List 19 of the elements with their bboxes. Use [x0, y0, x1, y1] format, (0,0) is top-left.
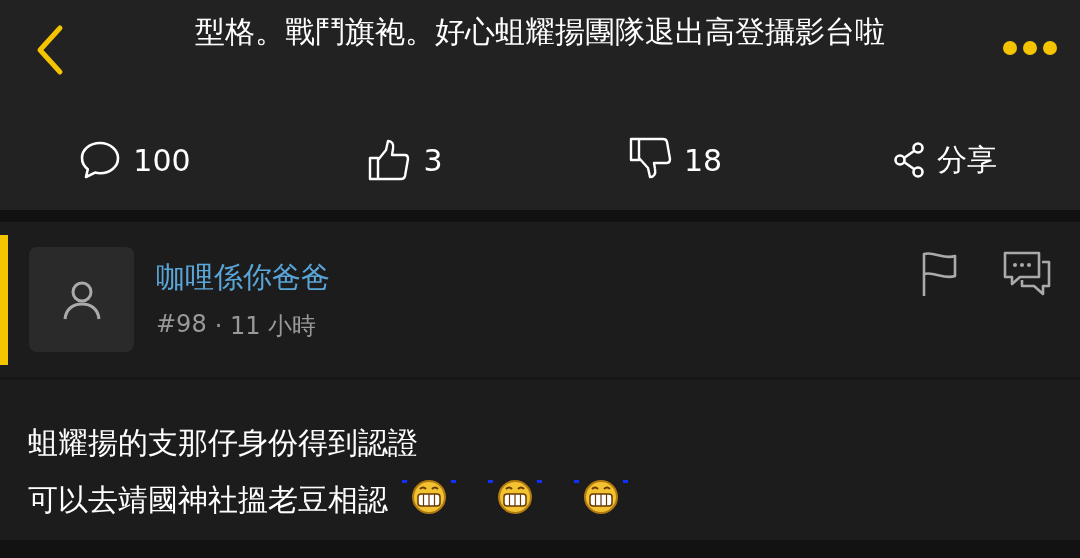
share-button[interactable]: 分享	[810, 135, 1080, 185]
post-time: · 11 小時	[214, 310, 317, 342]
back-icon	[35, 24, 65, 76]
thread-title: 型格。戰鬥旗袍。好心蛆耀揚團隊退出高登攝影台啦	[194, 13, 886, 51]
thumbs-up-icon	[367, 138, 412, 182]
comment-icon	[79, 140, 122, 180]
chat-bubbles-icon	[1002, 250, 1052, 298]
post-text-line: 可以去靖國神社搵老豆相認	[28, 481, 388, 519]
post-number: #98	[156, 309, 207, 340]
user-icon	[61, 279, 102, 320]
author-name[interactable]: 咖哩係你爸爸	[156, 257, 921, 298]
flag-icon	[921, 251, 957, 297]
more-icon	[1002, 39, 1058, 56]
avatar[interactable]	[29, 247, 134, 352]
like-button[interactable]: 3	[270, 134, 540, 186]
comments-button[interactable]: 100	[0, 136, 270, 184]
dislike-button[interactable]: 18	[540, 132, 810, 188]
share-icon	[893, 142, 925, 178]
post-text-line: 蛆耀揚的支那仔身份得到認證	[28, 424, 418, 462]
